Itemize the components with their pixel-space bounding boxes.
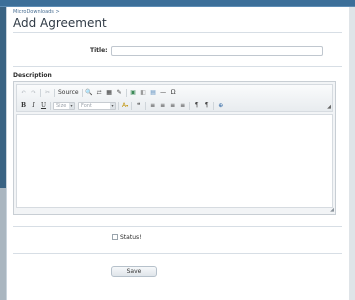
cut-icon[interactable]: ✂ bbox=[43, 88, 52, 97]
toolbar-separator bbox=[131, 101, 133, 110]
title-divider bbox=[13, 32, 342, 33]
horizontal-rule-icon[interactable]: — bbox=[159, 88, 168, 97]
flash-icon[interactable]: ◧ bbox=[139, 88, 148, 97]
toolbar-separator bbox=[145, 101, 147, 110]
toolbar-separator bbox=[40, 88, 41, 97]
status-divider-top bbox=[13, 226, 342, 227]
description-label: Description bbox=[13, 72, 52, 79]
right-background-strip bbox=[349, 7, 355, 300]
toolbar-separator bbox=[118, 101, 119, 110]
link-icon[interactable]: ⊕ bbox=[216, 101, 225, 110]
source-button[interactable]: Source bbox=[57, 88, 80, 97]
blockquote-icon[interactable]: ❝ bbox=[134, 101, 143, 110]
toolbar-row-1: ↶ ↷ ✂ Source 🔍 ⇄ ▦ ✎ ▣ ◧ ▤ — Ω bbox=[19, 87, 178, 98]
image-icon[interactable]: ▣ bbox=[129, 88, 138, 97]
rich-text-editor: ↶ ↷ ✂ Source 🔍 ⇄ ▦ ✎ ▣ ◧ ▤ — Ω B I U Size ▾ Font ▾ A… bbox=[13, 81, 336, 215]
size-select-label: Size bbox=[56, 102, 67, 109]
remove-format-icon[interactable]: ✎ bbox=[115, 88, 124, 97]
toolbar-separator bbox=[50, 101, 51, 110]
chevron-down-icon: ▾ bbox=[69, 102, 74, 109]
text-color-button[interactable]: A▾ bbox=[121, 101, 129, 110]
title-input[interactable] bbox=[111, 46, 323, 56]
bold-button[interactable]: B bbox=[19, 101, 28, 110]
toolbar-separator bbox=[189, 101, 191, 110]
align-justify-icon[interactable]: ≡ bbox=[178, 101, 187, 110]
toolbar-separator bbox=[81, 88, 83, 97]
chevron-down-icon: ▾ bbox=[110, 102, 115, 109]
title-label: Title: bbox=[90, 47, 108, 54]
undo-icon[interactable]: ↶ bbox=[19, 88, 28, 97]
select-all-icon[interactable]: ▦ bbox=[105, 88, 114, 97]
rtl-direction-icon[interactable]: ¶ bbox=[202, 101, 211, 110]
section-divider bbox=[13, 66, 342, 67]
status-checkbox[interactable] bbox=[112, 234, 118, 240]
find-icon[interactable]: 🔍 bbox=[85, 88, 94, 97]
font-select-label: Font bbox=[81, 102, 92, 109]
special-char-icon[interactable]: Ω bbox=[169, 88, 178, 97]
align-left-icon[interactable]: ≡ bbox=[148, 101, 157, 110]
ltr-direction-icon[interactable]: ¶ bbox=[192, 101, 201, 110]
italic-button[interactable]: I bbox=[29, 101, 38, 110]
toolbar-row-2: B I U Size ▾ Font ▾ A▾ ❝ ≡ ≡ ≡ ≡ ¶ ¶ ⊕ bbox=[19, 100, 225, 111]
align-right-icon[interactable]: ≡ bbox=[168, 101, 177, 110]
editor-toolbar: ↶ ↷ ✂ Source 🔍 ⇄ ▦ ✎ ▣ ◧ ▤ — Ω B I U Size ▾ Font ▾ A… bbox=[16, 84, 333, 112]
font-select[interactable]: Font ▾ bbox=[78, 101, 116, 110]
toolbar-separator bbox=[54, 88, 55, 97]
status-label: Status! bbox=[120, 234, 142, 241]
save-button[interactable]: Save bbox=[111, 266, 157, 277]
resize-handle-icon[interactable]: ◢ bbox=[330, 207, 334, 213]
breadcrumb[interactable]: MicroDownloads > bbox=[13, 9, 60, 15]
toolbar-separator bbox=[213, 101, 215, 110]
add-agreement-panel: MicroDownloads > Add Agreement Title: De… bbox=[6, 7, 349, 300]
underline-button[interactable]: U bbox=[39, 101, 48, 110]
status-divider-bottom bbox=[13, 253, 342, 254]
size-select[interactable]: Size ▾ bbox=[53, 101, 75, 110]
table-icon[interactable]: ▤ bbox=[149, 88, 158, 97]
top-bar bbox=[0, 0, 355, 7]
page-title: Add Agreement bbox=[13, 16, 107, 30]
replace-icon[interactable]: ⇄ bbox=[95, 88, 104, 97]
collapse-toolbar-icon[interactable]: ◢ bbox=[327, 104, 331, 110]
toolbar-separator bbox=[125, 88, 127, 97]
chevron-down-icon: ▾ bbox=[126, 103, 129, 108]
align-center-icon[interactable]: ≡ bbox=[158, 101, 167, 110]
redo-icon[interactable]: ↷ bbox=[29, 88, 38, 97]
editor-content-area[interactable] bbox=[16, 114, 333, 208]
